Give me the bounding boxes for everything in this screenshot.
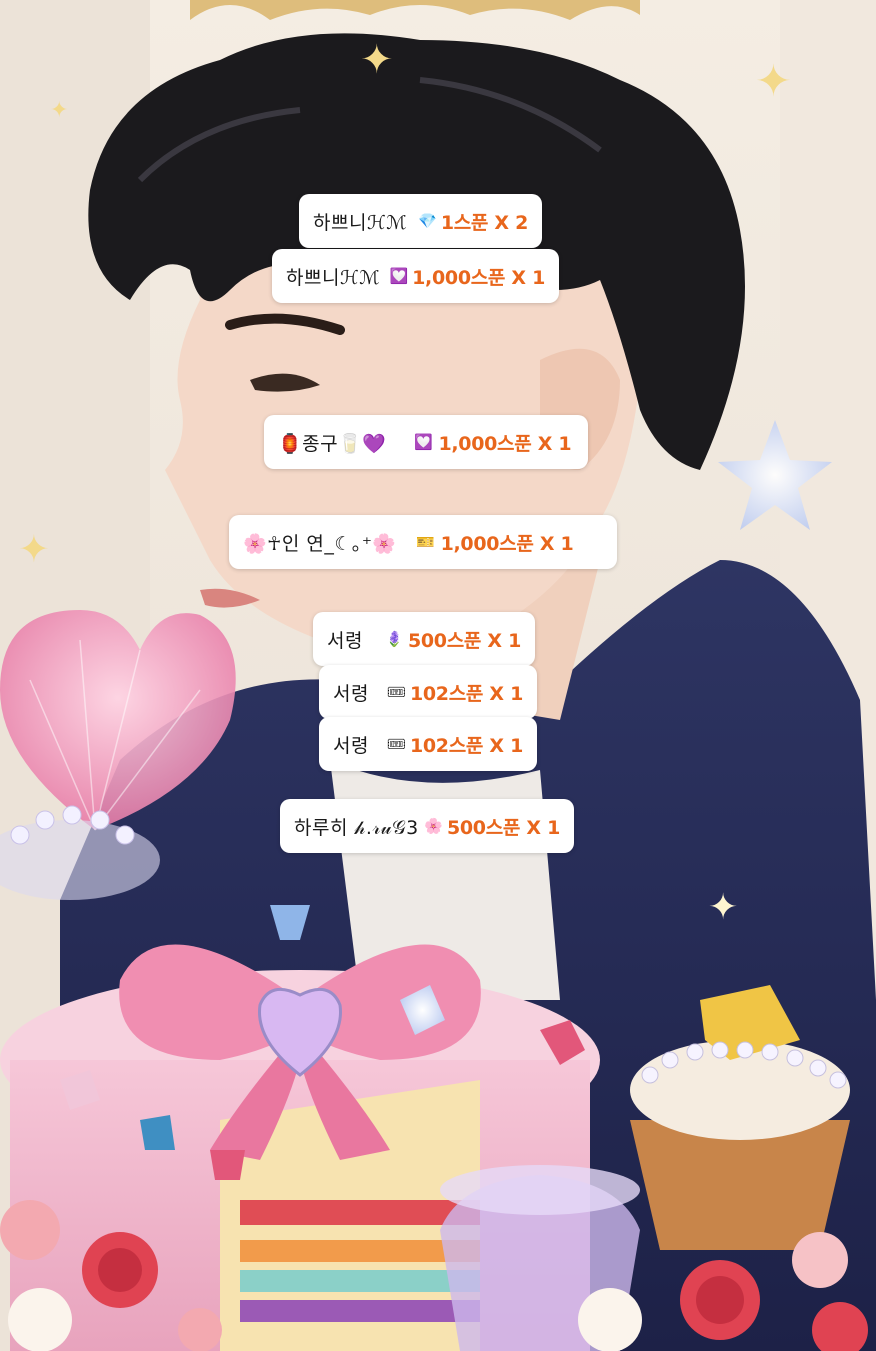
heart-gem-icon: 💟 — [389, 267, 409, 285]
ticket-icon: 🎫 — [416, 533, 435, 551]
sparkle-icon: ✦ — [360, 37, 394, 83]
gift-chip[interactable]: 서령 🪻 500스푼 X 1 — [313, 612, 535, 666]
sender-name: 🌸☥인 연_☾｡⁺🌸 — [243, 532, 397, 555]
sparkle-icon: ✦ — [708, 887, 739, 928]
gift-chip[interactable]: 서령 🎟 102스푼 X 1 — [319, 717, 537, 771]
sender-name: 서령 — [333, 682, 369, 705]
crystal-icon: 💎 — [418, 212, 437, 230]
gift-feed-screen: ✦ ✦ ✦ ✦ ✦ 하쁘니ℋℳ 💎 1스푼 X 2 하쁘니ℋℳ 💟 1,000스… — [0, 0, 876, 1351]
gift-chip[interactable]: 하루히 𝒽.𝓇𝓊𝒢3 🌸 500스푼 X 1 — [280, 799, 574, 853]
sender-name: 🏮종구🥛💜 — [278, 432, 387, 455]
gift-chip[interactable]: 🏮종구🥛💜 💟 1,000스푼 X 1 — [264, 415, 588, 469]
gift-amount: 1,000스푼 X 1 — [438, 432, 572, 455]
sender-name: 하쁘니ℋℳ — [313, 211, 408, 234]
sender-name: 서령 — [327, 629, 363, 652]
sender-name: 하루히 𝒽.𝓇𝓊𝒢3 — [294, 816, 419, 839]
gift-chip[interactable]: 서령 🎟 102스푼 X 1 — [319, 665, 537, 719]
coupon-icon: 🎟 — [386, 735, 406, 753]
gift-amount: 500스푼 X 1 — [446, 816, 560, 839]
gift-chip[interactable]: 하쁘니ℋℳ 💎 1스푼 X 2 — [299, 194, 542, 248]
flower-icon: 🪻 — [385, 630, 404, 648]
gift-amount: 500스푼 X 1 — [407, 629, 521, 652]
coupon-icon: 🎟 — [386, 683, 406, 701]
gift-amount: 1,000스푼 X 1 — [440, 532, 574, 555]
sender-name: 하쁘니ℋℳ — [286, 266, 381, 289]
blossom-icon: 🌸 — [424, 817, 443, 835]
sparkle-icon: ✦ — [50, 98, 69, 123]
gift-amount: 1스푼 X 2 — [440, 211, 528, 234]
gift-chip[interactable]: 🌸☥인 연_☾｡⁺🌸 🎫 1,000스푼 X 1 — [229, 515, 617, 569]
gift-amount: 102스푼 X 1 — [409, 682, 523, 705]
sparkle-icon: ✦ — [18, 527, 50, 571]
heart-gem-icon: 💟 — [414, 433, 433, 451]
gift-chip[interactable]: 하쁘니ℋℳ 💟 1,000스푼 X 1 — [272, 249, 559, 303]
sparkle-icon: ✦ — [755, 56, 792, 107]
gift-amount: 1,000스푼 X 1 — [412, 266, 545, 289]
gift-amount: 102스푼 X 1 — [409, 734, 523, 757]
sender-name: 서령 — [333, 734, 369, 757]
